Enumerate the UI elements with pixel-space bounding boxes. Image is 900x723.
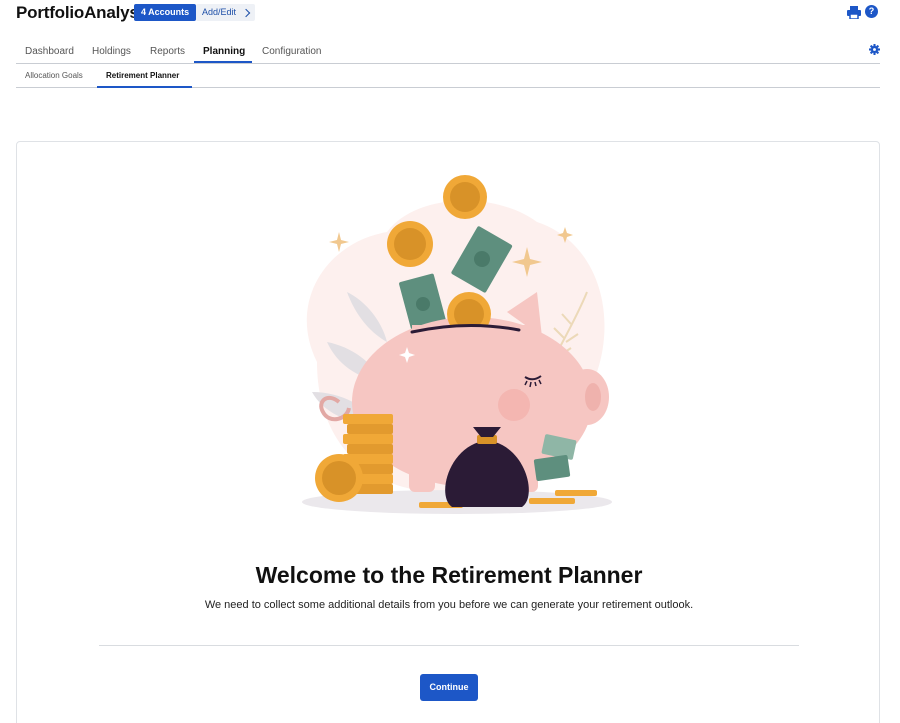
app-title: PortfolioAnalyst <box>16 3 145 22</box>
main-tabs: Dashboard Holdings Reports Planning Conf… <box>16 40 880 64</box>
piggy-bank-illustration <box>302 175 612 514</box>
tab-dashboard[interactable]: Dashboard <box>25 46 74 57</box>
subtab-allocation-goals[interactable]: Allocation Goals <box>25 71 83 80</box>
welcome-title: Welcome to the Retirement Planner <box>255 562 643 588</box>
app-header: PortfolioAnalyst 4 Accounts Add/Edit ? <box>0 0 900 28</box>
add-edit-label: Add/Edit <box>202 7 237 17</box>
help-icon[interactable]: ? <box>865 5 878 18</box>
divider <box>99 645 799 646</box>
tab-configuration[interactable]: Configuration <box>262 46 321 57</box>
welcome-subtitle: We need to collect some additional detai… <box>204 599 694 611</box>
print-icon[interactable] <box>847 6 861 19</box>
add-edit-button[interactable]: Add/Edit <box>196 4 256 21</box>
active-tab-indicator <box>194 61 252 63</box>
tab-planning[interactable]: Planning <box>203 46 245 57</box>
retirement-planner-card: Welcome to the Retirement Planner We nee… <box>16 141 880 723</box>
tab-holdings[interactable]: Holdings <box>92 46 131 57</box>
sub-tabs: Allocation Goals Retirement Planner <box>16 66 880 88</box>
tab-reports[interactable]: Reports <box>150 46 185 57</box>
gear-icon[interactable] <box>869 44 880 55</box>
subtab-retirement-planner[interactable]: Retirement Planner <box>106 71 179 80</box>
continue-button[interactable]: Continue <box>420 674 478 701</box>
accounts-button[interactable]: 4 Accounts <box>134 4 197 21</box>
chevron-right-icon <box>241 8 251 17</box>
active-subtab-indicator <box>97 86 192 88</box>
